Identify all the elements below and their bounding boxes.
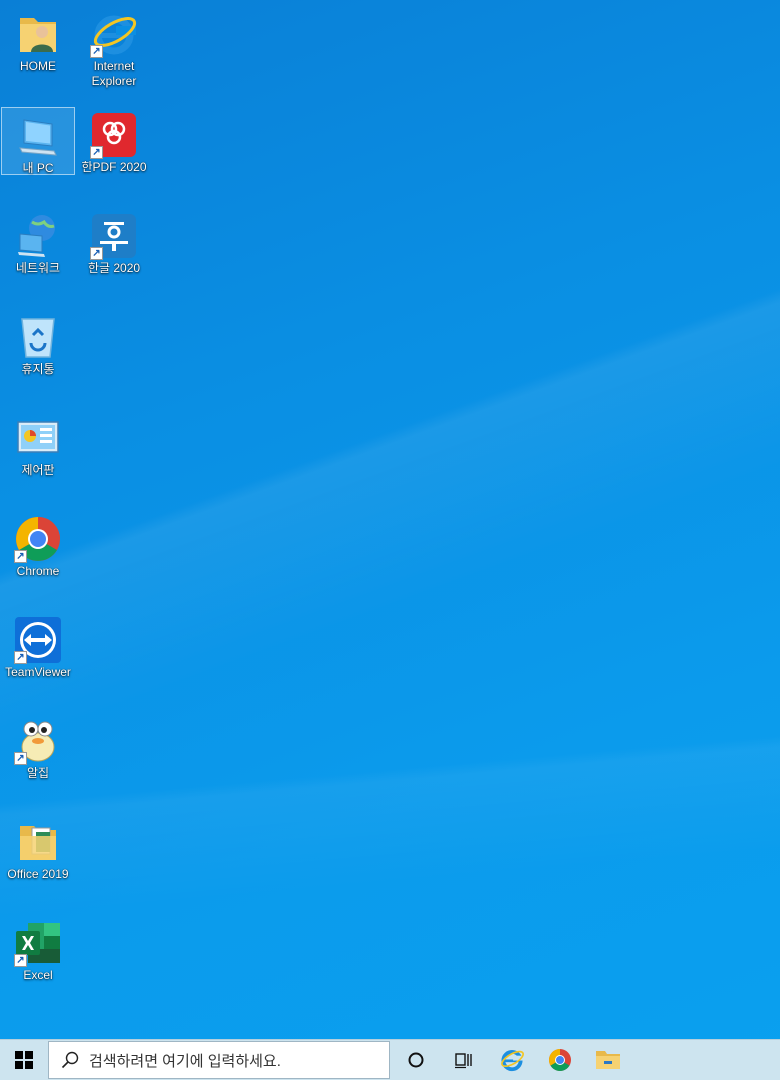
desktop-icon-hangul[interactable]: ↗ 한글 2020 bbox=[77, 208, 151, 276]
taskbar: 검색하려면 여기에 입력하세요. bbox=[0, 1039, 780, 1080]
icon-label: 내 PC bbox=[22, 161, 54, 175]
icon-label: Internet Explorer bbox=[91, 59, 137, 88]
windows-logo-icon bbox=[15, 1051, 33, 1069]
teamviewer-icon: ↗ bbox=[14, 616, 62, 664]
taskbar-search-box[interactable]: 검색하려면 여기에 입력하세요. bbox=[48, 1041, 390, 1079]
desktop-icon-chrome[interactable]: ↗ Chrome bbox=[1, 511, 75, 579]
taskbar-internet-explorer[interactable] bbox=[488, 1040, 536, 1080]
task-view-button[interactable] bbox=[440, 1040, 488, 1080]
icon-label: Chrome bbox=[16, 564, 60, 578]
search-placeholder: 검색하려면 여기에 입력하세요. bbox=[89, 1052, 281, 1070]
internet-explorer-icon: ↗ bbox=[90, 10, 138, 58]
taskbar-chrome[interactable] bbox=[536, 1040, 584, 1080]
start-button[interactable] bbox=[0, 1040, 48, 1080]
icon-label: 휴지통 bbox=[21, 362, 55, 376]
shortcut-arrow-icon: ↗ bbox=[14, 752, 27, 765]
recycle-bin-icon bbox=[14, 313, 62, 361]
chrome-icon: ↗ bbox=[14, 515, 62, 563]
shortcut-arrow-icon: ↗ bbox=[14, 550, 27, 563]
shortcut-arrow-icon: ↗ bbox=[14, 954, 27, 967]
desktop-icon-alzip[interactable]: ↗ 알집 bbox=[1, 713, 75, 781]
cortana-button[interactable] bbox=[392, 1040, 440, 1080]
desktop-icon-network[interactable]: 네트워크 bbox=[1, 208, 75, 276]
icon-label: 알집 bbox=[26, 766, 50, 780]
hanpdf-icon: ↗ bbox=[90, 111, 138, 159]
shortcut-arrow-icon: ↗ bbox=[90, 146, 103, 159]
cortana-icon bbox=[408, 1052, 424, 1068]
internet-explorer-icon bbox=[501, 1049, 524, 1072]
excel-icon: ↗ bbox=[14, 919, 62, 967]
task-view-icon bbox=[455, 1053, 472, 1069]
desktop-icon-control-panel[interactable]: 제어판 bbox=[1, 410, 75, 478]
icon-label: 네트워크 bbox=[15, 261, 61, 275]
icon-label: 제어판 bbox=[21, 463, 55, 477]
desktop-icon-recycle-bin[interactable]: 휴지통 bbox=[1, 309, 75, 377]
desktop-icon-home[interactable]: HOME bbox=[1, 6, 75, 74]
shortcut-arrow-icon: ↗ bbox=[14, 651, 27, 664]
desktop-icon-internet-explorer[interactable]: ↗ Internet Explorer bbox=[77, 6, 151, 88]
icon-label: Office 2019 bbox=[7, 867, 69, 881]
desktop-icon-my-pc[interactable]: 내 PC bbox=[1, 107, 75, 175]
file-explorer-icon bbox=[596, 1051, 620, 1069]
icon-label: TeamViewer bbox=[5, 665, 71, 679]
desktop-icon-hanpdf[interactable]: ↗ 한PDF 2020 bbox=[77, 107, 151, 175]
hangul-icon: ↗ bbox=[90, 212, 138, 260]
icon-label: HOME bbox=[20, 59, 56, 73]
desktop-icon-excel[interactable]: ↗ Excel bbox=[1, 915, 75, 983]
office-folder-icon bbox=[14, 818, 62, 866]
chrome-icon bbox=[549, 1049, 571, 1071]
search-icon bbox=[61, 1051, 79, 1069]
icon-label: 한PDF 2020 bbox=[81, 160, 147, 174]
network-icon bbox=[14, 212, 62, 260]
control-panel-icon bbox=[14, 414, 62, 462]
alzip-icon: ↗ bbox=[14, 717, 62, 765]
user-folder-icon bbox=[14, 10, 62, 58]
taskbar-file-explorer[interactable] bbox=[584, 1040, 632, 1080]
icon-label: Excel bbox=[23, 968, 53, 982]
desktop-icon-teamviewer[interactable]: ↗ TeamViewer bbox=[1, 612, 75, 680]
desktop-icon-office-2019[interactable]: Office 2019 bbox=[1, 814, 75, 882]
shortcut-arrow-icon: ↗ bbox=[90, 247, 103, 260]
icon-label: 한글 2020 bbox=[87, 261, 141, 275]
computer-icon bbox=[14, 112, 62, 160]
shortcut-arrow-icon: ↗ bbox=[90, 45, 103, 58]
